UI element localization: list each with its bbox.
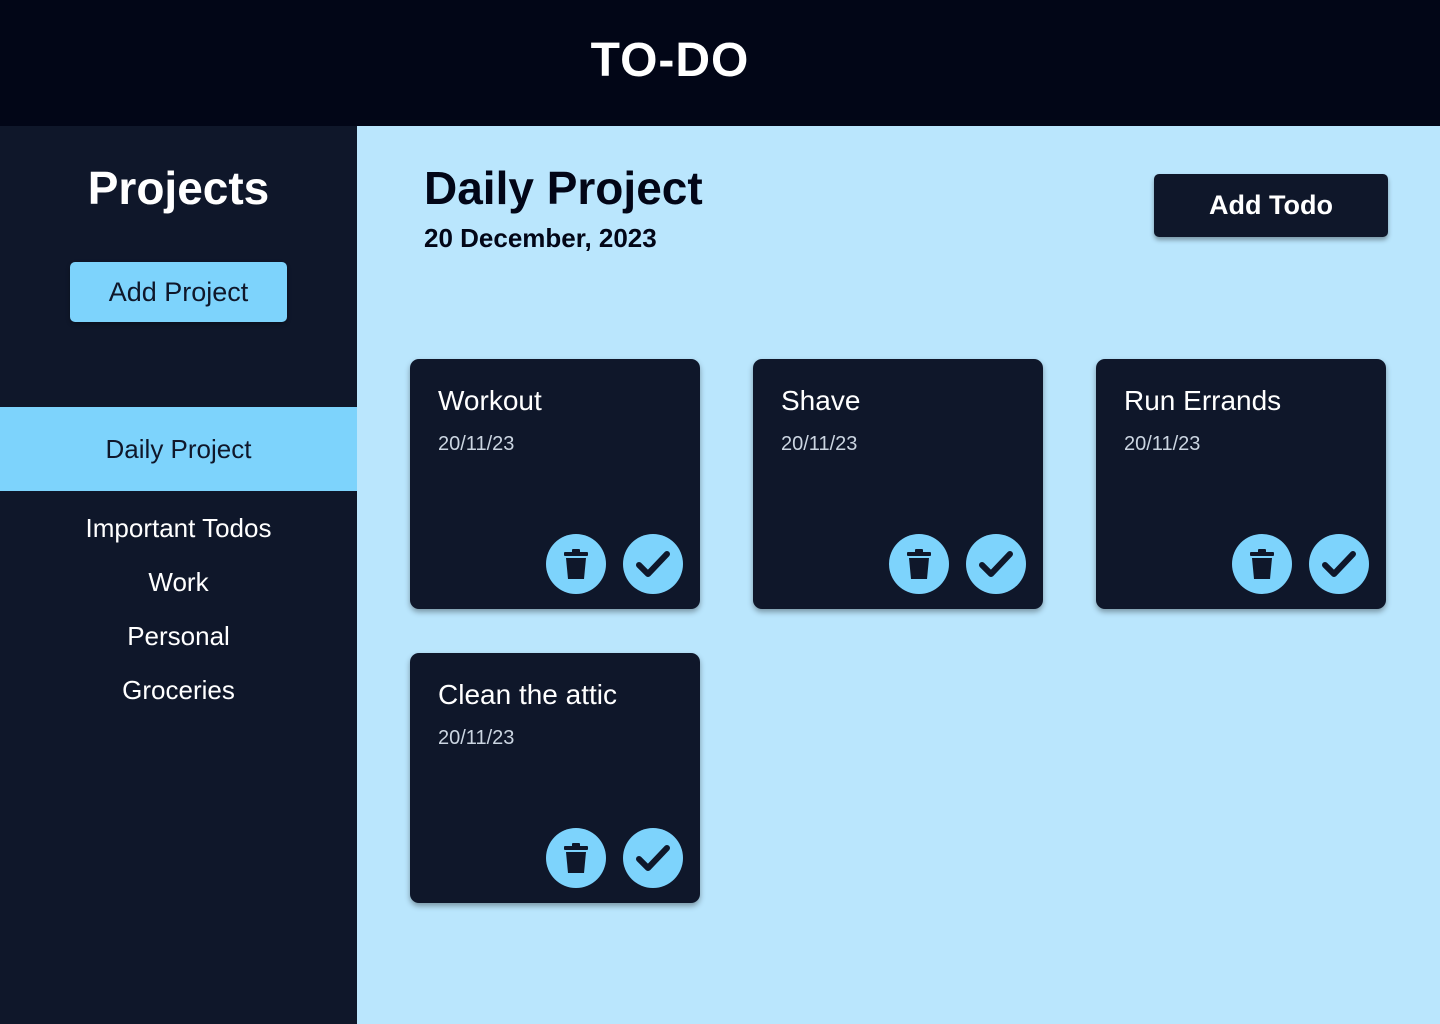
todo-date: 20/11/23: [781, 433, 858, 455]
todo-title: Run Errands: [1124, 385, 1282, 416]
page-date: 20 December, 2023: [424, 223, 657, 253]
delete-todo-button[interactable]: [1232, 534, 1292, 594]
check-icon: [636, 844, 670, 872]
sidebar: Projects Add Project Daily Project Impor…: [0, 126, 357, 1024]
add-todo-button[interactable]: Add Todo: [1154, 174, 1388, 237]
todo-title: Shave: [781, 385, 861, 416]
todo-card: Shave 20/11/23: [753, 359, 1043, 609]
add-project-button[interactable]: Add Project: [70, 262, 287, 322]
sidebar-item-important-todos[interactable]: Important Todos: [0, 501, 357, 555]
complete-todo-button[interactable]: [623, 534, 683, 594]
complete-todo-button[interactable]: [1309, 534, 1369, 594]
todo-grid: Workout 20/11/23 Shave 20/11/23 Run Erra…: [410, 359, 1390, 903]
check-icon: [979, 550, 1013, 578]
trash-icon: [563, 548, 589, 580]
todo-card: Run Errands 20/11/23: [1096, 359, 1386, 609]
todo-title: Clean the attic: [438, 679, 617, 710]
todo-date: 20/11/23: [1124, 433, 1201, 455]
delete-todo-button[interactable]: [889, 534, 949, 594]
trash-icon: [1249, 548, 1275, 580]
trash-icon: [563, 842, 589, 874]
sidebar-item-groceries[interactable]: Groceries: [0, 663, 357, 717]
complete-todo-button[interactable]: [623, 828, 683, 888]
todo-date: 20/11/23: [438, 727, 515, 749]
sidebar-item-personal[interactable]: Personal: [0, 609, 357, 663]
todo-title: Workout: [438, 385, 542, 416]
complete-todo-button[interactable]: [966, 534, 1026, 594]
todo-card: Clean the attic 20/11/23: [410, 653, 700, 903]
main-content: Daily Project 20 December, 2023 Add Todo…: [357, 126, 1440, 1024]
sidebar-item-work[interactable]: Work: [0, 555, 357, 609]
check-icon: [636, 550, 670, 578]
delete-todo-button[interactable]: [546, 534, 606, 594]
app-header: TO-DO: [0, 0, 1440, 126]
app-title: TO-DO: [590, 34, 750, 87]
page-title: Daily Project: [424, 162, 703, 214]
check-icon: [1322, 550, 1356, 578]
sidebar-item-daily-project[interactable]: Daily Project: [0, 407, 357, 491]
todo-date: 20/11/23: [438, 433, 515, 455]
delete-todo-button[interactable]: [546, 828, 606, 888]
sidebar-title: Projects: [87, 162, 270, 214]
trash-icon: [906, 548, 932, 580]
todo-card: Workout 20/11/23: [410, 359, 700, 609]
project-list: Daily Project Important Todos Work Perso…: [0, 407, 357, 717]
